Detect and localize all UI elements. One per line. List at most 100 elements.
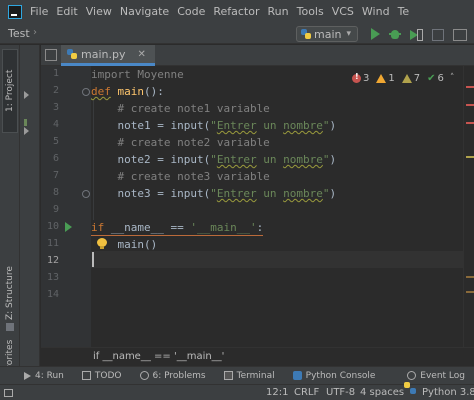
menu-vcs[interactable]: VCS: [328, 0, 358, 24]
tool-window-project-tab[interactable]: 1: Project: [2, 49, 18, 133]
line-number: 13: [46, 272, 59, 283]
tool-window-terminal[interactable]: Terminal: [215, 371, 284, 381]
line-number: 2: [52, 85, 59, 96]
code-editor[interactable]: import Moyenne def main(): # create note…: [91, 66, 463, 347]
tool-window-run[interactable]: 4: Run: [0, 371, 73, 381]
line-number: 14: [46, 289, 59, 300]
line-number: 10: [46, 221, 59, 232]
breadcrumb-if-main[interactable]: if __name__ == '__main__': [93, 351, 224, 362]
error-stripe-mark[interactable]: [466, 86, 474, 88]
keyword-if: if: [91, 221, 105, 234]
editor-gutter[interactable]: 1 2 3 4 5 6 7 8 9 10 11 12 13 14: [41, 66, 91, 347]
breadcrumb-separator-icon: ›: [33, 27, 37, 38]
run-gutter-icon[interactable]: [65, 222, 72, 232]
tree-expand-arrow-icon[interactable]: [24, 127, 29, 135]
file-encoding[interactable]: UTF-8: [326, 387, 355, 398]
stop-icon[interactable]: [430, 27, 444, 41]
menu-view[interactable]: View: [82, 0, 116, 24]
line-separator[interactable]: CRLF: [294, 387, 319, 398]
tool-window-event-log[interactable]: Event Log: [398, 371, 474, 381]
menu-run[interactable]: Run: [264, 0, 293, 24]
line-number: 6: [52, 153, 59, 164]
status-bar: 12:1 CRLF UTF-8 4 spaces Python 3.8: [0, 384, 474, 400]
left-tool-strip: 1: Project Z: Structure ★ 2: Favorites: [0, 45, 20, 400]
error-stripe[interactable]: [463, 66, 474, 347]
code-line-8: note3 = input("Entrer un nombre"): [91, 185, 336, 202]
tree-folder-marker-icon: [24, 119, 27, 126]
tool-window-todo[interactable]: TODO: [73, 371, 131, 381]
string-literal: nombre: [283, 187, 323, 200]
project-pane-collapsed: [20, 45, 40, 366]
warning-stripe-mark[interactable]: [466, 291, 474, 293]
run-configuration-selector[interactable]: main ▾: [296, 26, 358, 42]
text-caret: [92, 252, 94, 267]
tool-window-structure-tab[interactable]: Z: Structure: [2, 263, 18, 335]
tree-expand-arrow-icon[interactable]: [24, 91, 29, 99]
keyword-def: def: [91, 85, 111, 98]
caret-position[interactable]: 12:1: [266, 387, 288, 398]
string-literal: Entrer: [216, 119, 257, 132]
tool-window-python-console-label: Python Console: [305, 370, 376, 381]
indent-setting[interactable]: 4 spaces: [360, 387, 404, 398]
error-stripe-mark[interactable]: [466, 122, 474, 124]
error-count: 3: [363, 72, 370, 84]
python-interpreter[interactable]: Python 3.8: [422, 387, 474, 398]
fold-toggle-icon[interactable]: [82, 190, 90, 198]
menu-code[interactable]: Code: [173, 0, 209, 24]
run-icon: [24, 371, 31, 380]
code-line-3: # create note1 variable: [91, 102, 270, 115]
editor-tab-main-py[interactable]: main.py ✕: [61, 45, 155, 66]
tool-window-python-console[interactable]: Python Console: [284, 371, 385, 381]
recent-files-icon[interactable]: [45, 49, 57, 61]
warning-stripe-mark[interactable]: [466, 276, 474, 278]
menu-edit[interactable]: Edit: [52, 0, 81, 24]
tool-window-run-label: 4: Run: [35, 370, 64, 381]
code-text: note2 = input(: [91, 153, 211, 166]
error-stripe-mark[interactable]: [466, 104, 474, 106]
code-line-7: # create note3 variable: [91, 170, 270, 183]
string-literal: un: [256, 119, 284, 132]
inspection-widget[interactable]: 3 1 7 ✔ 6 ˄: [352, 71, 454, 85]
python-file-icon: [67, 49, 77, 59]
event-log-icon: [407, 371, 417, 380]
debug-icon[interactable]: [388, 27, 402, 41]
code-text: note3 = input(: [91, 187, 211, 200]
warning-stripe-mark[interactable]: [466, 156, 474, 158]
code-punct: ): [329, 119, 337, 132]
code-line-4: note1 = input("Entrer un nombre"): [91, 117, 336, 134]
menu-tools[interactable]: Tools: [293, 0, 328, 24]
tool-window-problems[interactable]: 6: Problems: [131, 371, 215, 381]
run-configuration-label: main: [314, 27, 342, 41]
menu-bar: File Edit View Navigate Code Refactor Ru…: [0, 0, 474, 24]
navigation-bar: Test › main ▾: [0, 24, 474, 44]
string-quote: ": [210, 153, 217, 166]
close-icon[interactable]: ✕: [137, 49, 145, 60]
line-number: 9: [52, 204, 59, 215]
code-line-5: # create note2 variable: [91, 136, 270, 149]
menu-window[interactable]: Wind: [358, 0, 394, 24]
run-with-coverage-icon[interactable]: [408, 27, 423, 41]
line-number: 4: [52, 119, 59, 130]
code-punct: ():: [144, 85, 164, 98]
search-everywhere-icon[interactable]: [452, 27, 467, 41]
menu-truncated[interactable]: Te: [394, 0, 410, 24]
string-quote: ": [210, 187, 217, 200]
string-literal: Entrer: [216, 153, 257, 166]
menu-navigate[interactable]: Navigate: [116, 0, 173, 24]
editor-tab-bar: main.py ✕: [41, 45, 474, 66]
check-icon: ✔: [427, 72, 436, 84]
weak-warning-icon: [401, 73, 412, 83]
terminal-icon: [223, 371, 233, 380]
string-literal: nombre: [283, 119, 323, 132]
chevron-down-icon: ▾: [346, 29, 352, 39]
fold-toggle-icon[interactable]: [82, 88, 90, 96]
menu-file[interactable]: File: [26, 0, 52, 24]
code-line-2: def main():: [91, 83, 164, 100]
run-icon[interactable]: [368, 27, 382, 41]
project-breadcrumb[interactable]: Test: [8, 27, 30, 40]
tool-windows-toggle-icon[interactable]: [4, 389, 13, 397]
python-console-icon: [292, 371, 302, 380]
tool-window-bar: 4: Run TODO 6: Problems Terminal Python …: [0, 366, 474, 384]
chevron-up-icon: ˄: [449, 73, 455, 83]
menu-refactor[interactable]: Refactor: [209, 0, 263, 24]
